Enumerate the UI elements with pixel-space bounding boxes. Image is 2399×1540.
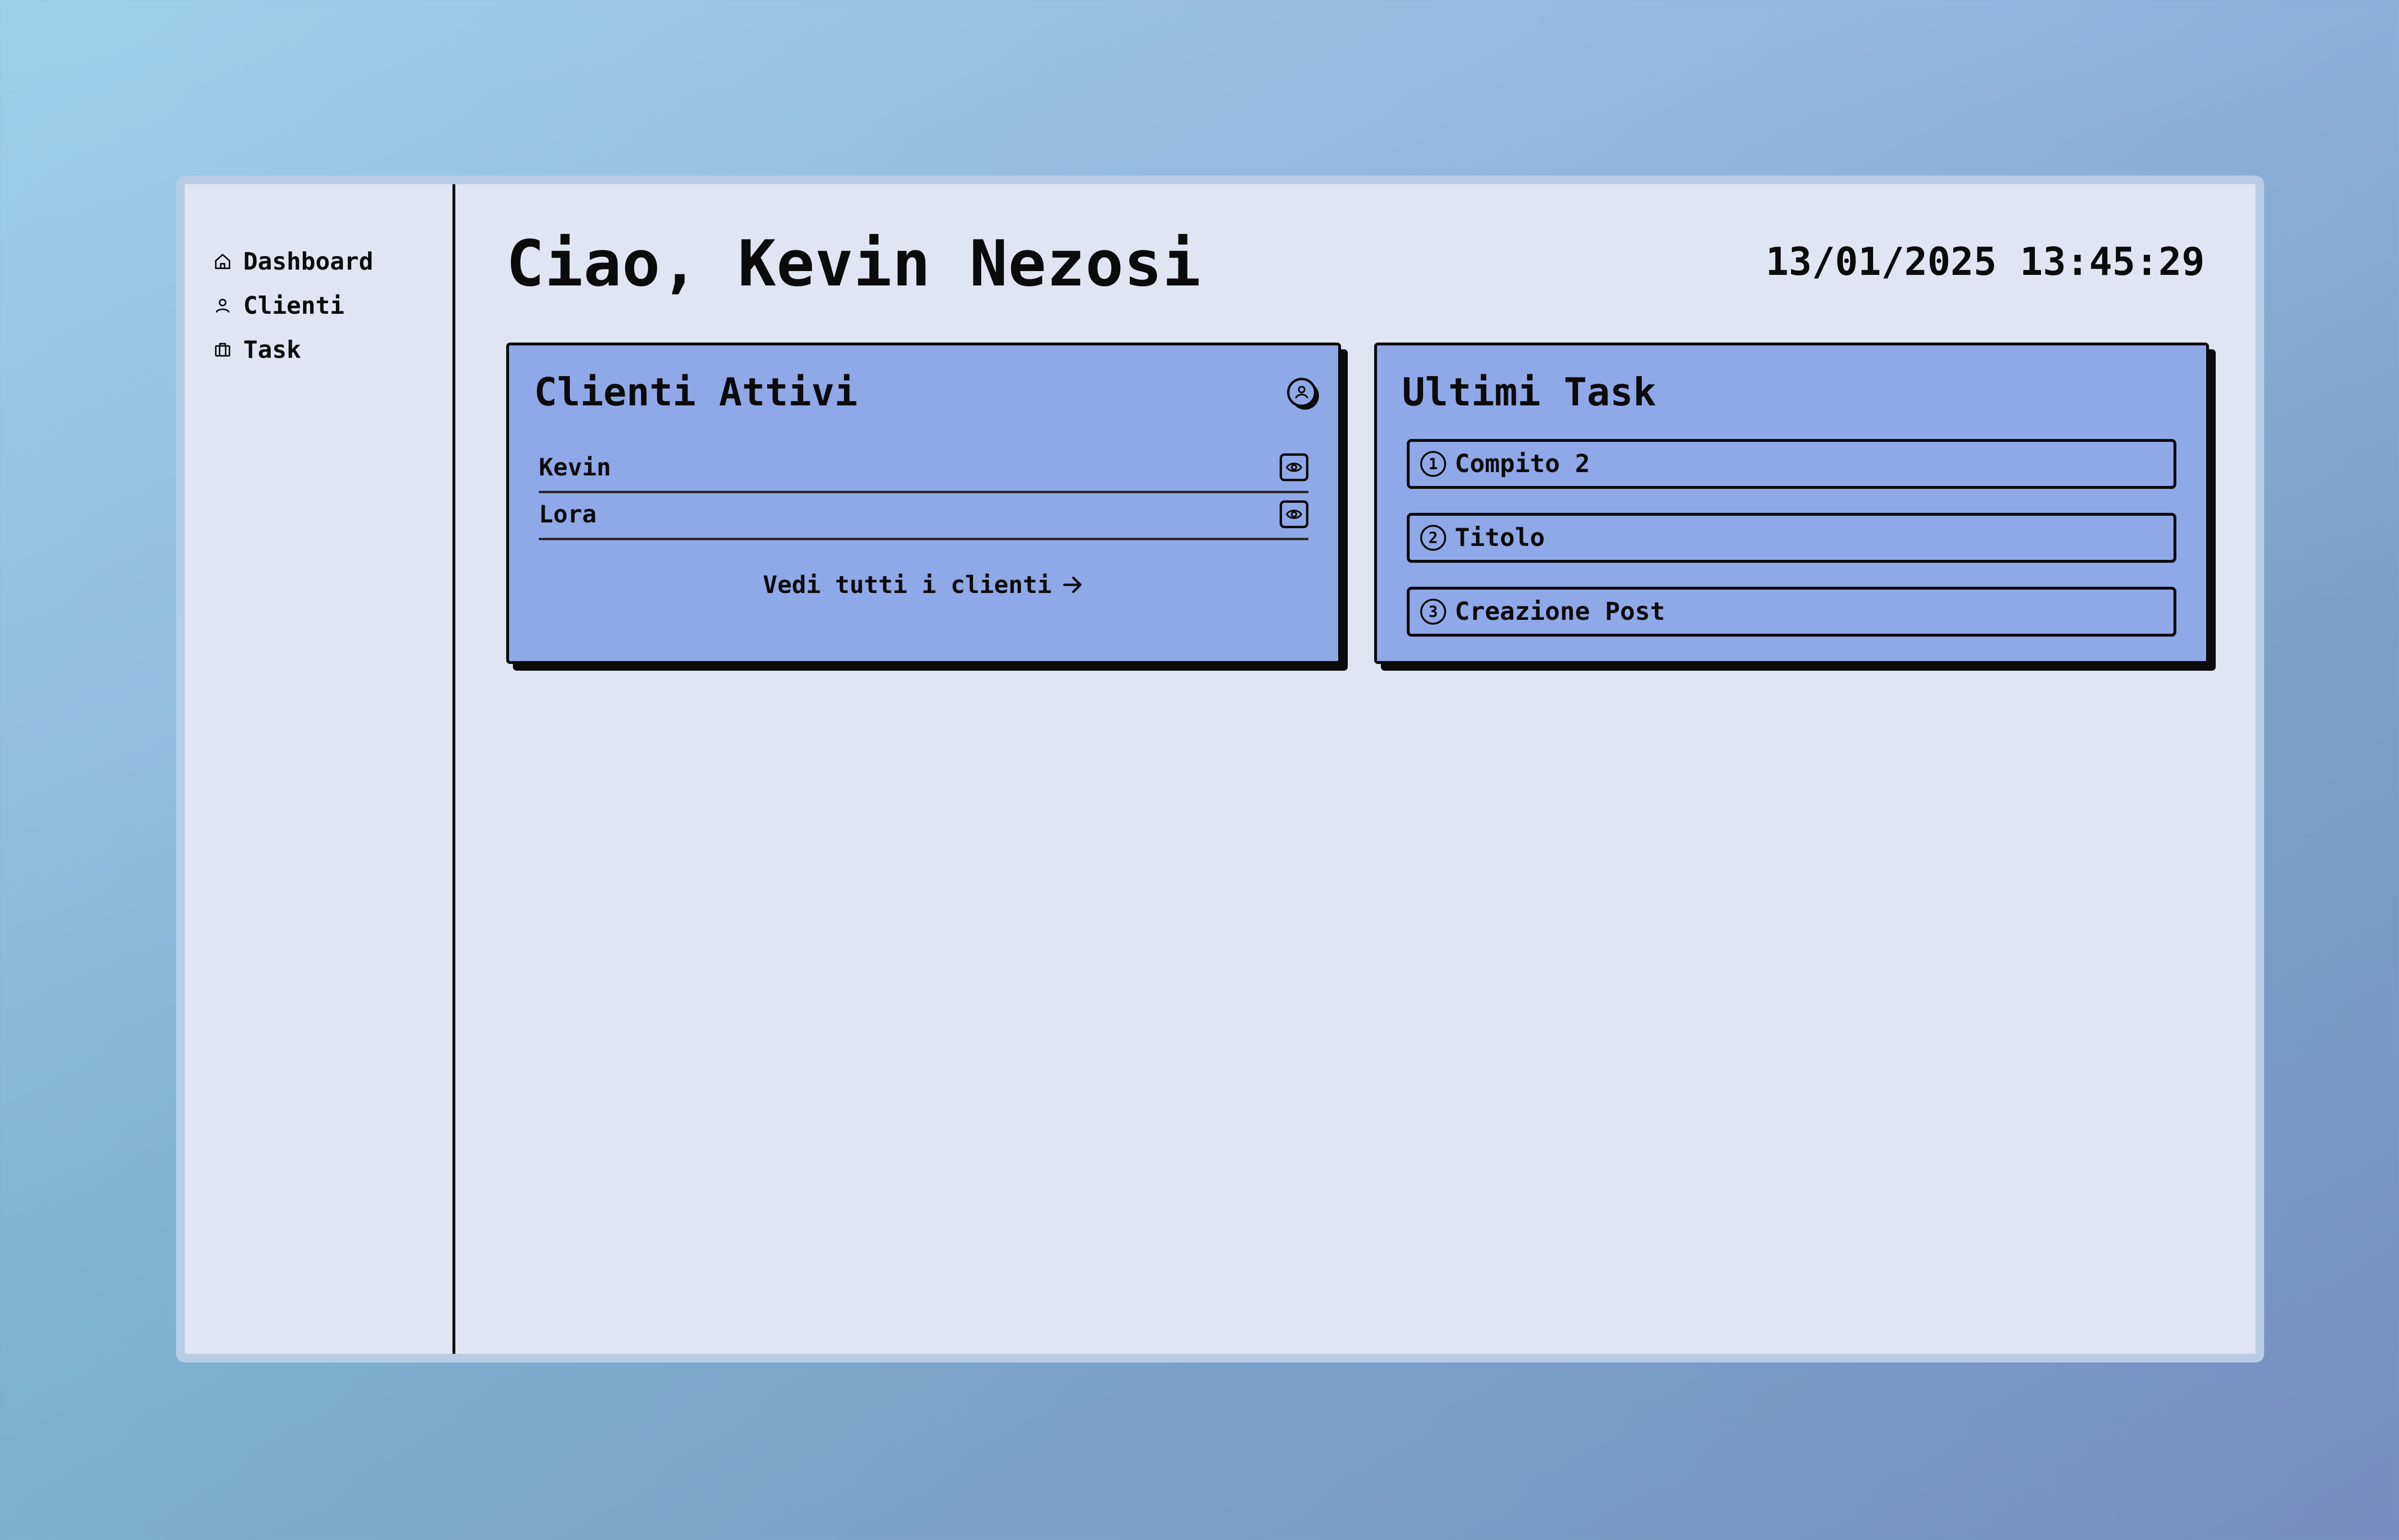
- app-panel: Dashboard Clienti Task Ciao, Kevin Nezos…: [185, 184, 2256, 1354]
- client-name: Lora: [539, 500, 597, 528]
- sidebar: Dashboard Clienti Task: [185, 184, 455, 1354]
- home-icon: [214, 252, 232, 271]
- view-client-button[interactable]: [1280, 500, 1308, 528]
- user-circle-icon: [1285, 376, 1320, 411]
- card-title: Clienti Attivi: [534, 370, 858, 415]
- card-title: Ultimi Task: [1402, 370, 1656, 415]
- task-item[interactable]: 3 Creazione Post: [1407, 587, 2176, 637]
- arrow-right-icon: [1063, 576, 1082, 593]
- task-item[interactable]: 1 Compito 2: [1407, 439, 2176, 489]
- latest-tasks-card: Ultimi Task 1 Compito 2 2 Titolo 3 Creaz…: [1374, 343, 2209, 664]
- see-all-label: Vedi tutti i clienti: [762, 571, 1052, 599]
- sidebar-item-task[interactable]: Task: [214, 328, 452, 372]
- client-name: Kevin: [539, 453, 611, 481]
- datetime-display: 13/01/2025 13:45:29: [1765, 239, 2205, 284]
- task-label: Creazione Post: [1455, 597, 1665, 626]
- active-clients-card: Clienti Attivi Kevin Lora Vedi tutti i c…: [506, 343, 1341, 664]
- eye-icon: [1285, 509, 1303, 519]
- main-content: Ciao, Kevin Nezosi 13/01/2025 13:45:29 C…: [455, 184, 2256, 1354]
- page-title: Ciao, Kevin Nezosi: [506, 227, 1201, 301]
- task-list: 1 Compito 2 2 Titolo 3 Creazione Post: [1407, 439, 2176, 661]
- view-client-button[interactable]: [1280, 453, 1308, 481]
- sidebar-item-label: Task: [243, 336, 301, 364]
- list-item: Lora: [539, 493, 1308, 540]
- sidebar-item-label: Dashboard: [243, 248, 373, 275]
- eye-icon: [1285, 462, 1303, 472]
- sidebar-item-clienti[interactable]: Clienti: [214, 284, 452, 328]
- task-label: Titolo: [1455, 523, 1545, 552]
- sidebar-item-dashboard[interactable]: Dashboard: [214, 239, 452, 284]
- list-item: Kevin: [539, 446, 1308, 493]
- sidebar-item-label: Clienti: [243, 292, 344, 320]
- svg-text:2: 2: [1428, 529, 1437, 547]
- user-icon: [214, 296, 232, 315]
- app-window: Dashboard Clienti Task Ciao, Kevin Nezos…: [176, 176, 2264, 1362]
- number-circle-icon: 1: [1419, 450, 1447, 478]
- client-list: Kevin Lora: [539, 446, 1308, 540]
- task-label: Compito 2: [1455, 450, 1590, 478]
- svg-text:3: 3: [1428, 603, 1437, 621]
- briefcase-icon: [214, 341, 232, 359]
- number-circle-icon: 2: [1419, 524, 1447, 552]
- task-item[interactable]: 2 Titolo: [1407, 513, 2176, 563]
- number-circle-icon: 3: [1419, 598, 1447, 626]
- see-all-clients-link[interactable]: Vedi tutti i clienti: [509, 571, 1338, 599]
- svg-text:1: 1: [1428, 455, 1437, 473]
